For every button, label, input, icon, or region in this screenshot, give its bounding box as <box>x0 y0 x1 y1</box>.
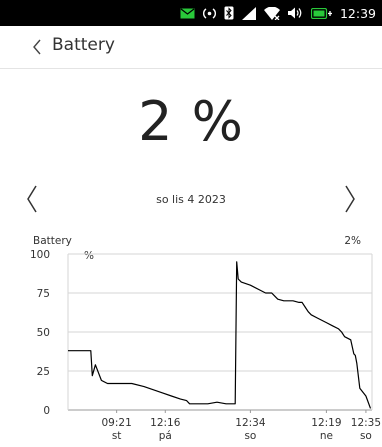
message-icon <box>180 8 195 19</box>
x-tick-time-label: 12:16 <box>150 417 181 429</box>
x-tick-time-label: 09:21 <box>102 417 132 429</box>
x-tick-day-label: pá <box>159 430 172 442</box>
y-tick-label: 0 <box>43 405 50 417</box>
bluetooth-icon <box>224 6 234 20</box>
page-title: Battery <box>52 35 115 55</box>
battery-charging-icon <box>310 7 332 19</box>
chart-unit-label: % <box>84 250 94 262</box>
next-day-arrow-icon[interactable] <box>340 182 360 216</box>
y-tick-label: 50 <box>37 327 50 339</box>
x-tick-day-label: so <box>360 430 372 442</box>
wifi-icon <box>263 6 280 20</box>
nfc-icon <box>202 7 216 20</box>
back-arrow-icon[interactable] <box>30 37 44 57</box>
x-tick-day-label: so <box>244 430 256 442</box>
header-bar: Battery <box>0 26 382 69</box>
signal-icon <box>241 6 256 20</box>
battery-level-line <box>68 261 372 409</box>
y-tick-label: 25 <box>37 366 50 378</box>
x-tick-time-label: 12:34 <box>235 417 266 429</box>
y-tick-label: 100 <box>30 249 50 261</box>
x-tick-time-label: 12:19 <box>311 417 341 429</box>
x-tick-time-label: 12:35 <box>351 417 381 429</box>
battery-level-display: 2 % <box>138 90 244 153</box>
chart-current-label: 2% <box>344 235 361 247</box>
date-label: so lis 4 2023 <box>156 193 226 206</box>
y-tick-label: 75 <box>37 288 50 300</box>
status-clock: 12:39 <box>339 5 376 21</box>
status-icons: 12:39 <box>180 0 376 26</box>
battery-history-chart: Battery 2% % 0 25 50 75 100 09:21st 12:16pá 12… <box>30 235 381 442</box>
status-bar: 12:39 <box>0 0 382 26</box>
chart-title: Battery <box>33 235 72 247</box>
x-tick-day-label: ne <box>320 430 333 442</box>
volume-icon <box>287 7 303 19</box>
x-tick-day-label: st <box>112 430 122 442</box>
